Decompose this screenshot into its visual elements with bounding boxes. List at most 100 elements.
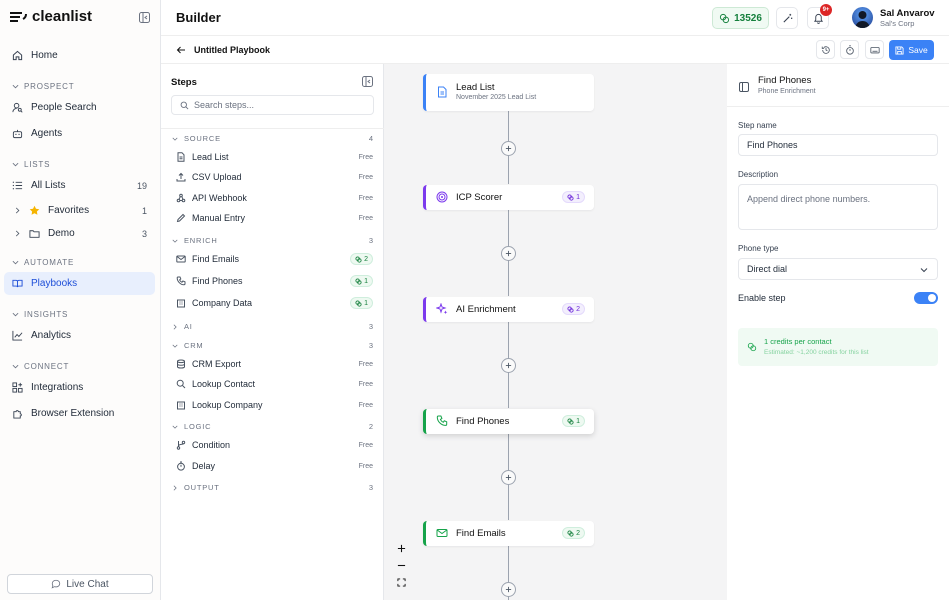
step-delay[interactable]: Delay Free (176, 457, 373, 475)
step-csv-upload-label: CSV Upload (192, 172, 242, 182)
home-icon (12, 50, 23, 61)
step-crm-export[interactable]: CRM Export Free (176, 355, 373, 373)
save-icon (895, 45, 904, 55)
category-source-label: SOURCE (184, 134, 221, 143)
step-csv-upload[interactable]: CSV Upload Free (176, 168, 373, 186)
search-steps-field[interactable]: Search steps... (171, 95, 374, 115)
playbook-canvas[interactable]: Lead List November 2025 Lead List ICP Sc… (384, 64, 727, 600)
credit-pill-value: 2 (364, 255, 368, 263)
step-company-data[interactable]: Company Data 1 (176, 294, 373, 312)
nav-all-lists[interactable]: All Lists 19 (4, 174, 155, 197)
node-ai-enrichment[interactable]: AI Enrichment 2 (423, 297, 594, 322)
category-logic[interactable]: LOGIC 2 (172, 422, 373, 431)
coins-icon (355, 255, 362, 263)
nav-agents[interactable]: Agents (4, 122, 155, 145)
section-lists[interactable]: LISTS (12, 160, 50, 169)
category-source[interactable]: SOURCE 4 (172, 134, 373, 143)
nav-favorites[interactable]: Favorites 1 (4, 199, 155, 222)
phone-type-select[interactable]: Direct dial (738, 258, 938, 280)
nav-home-label: Home (31, 50, 58, 61)
step-find-phones[interactable]: Find Phones 1 (176, 272, 373, 290)
section-prospect[interactable]: PROSPECT (12, 82, 74, 91)
sidebar-collapse-icon[interactable] (139, 12, 150, 23)
plus-icon (505, 362, 512, 369)
chart-line-icon (12, 330, 23, 341)
sparkles-icon (436, 303, 448, 315)
playbook-name[interactable]: Untitled Playbook (194, 45, 270, 55)
step-condition[interactable]: Condition Free (176, 436, 373, 454)
live-chat-button[interactable]: Live Chat (7, 574, 153, 594)
folder-icon (29, 230, 40, 238)
step-lead-list[interactable]: Lead List Free (176, 148, 373, 166)
keyboard-button[interactable] (865, 40, 884, 59)
panel-collapse-icon[interactable] (362, 76, 373, 87)
grid-plus-icon (12, 382, 23, 393)
avatar[interactable] (852, 7, 873, 28)
node-find-phones[interactable]: Find Phones 1 (423, 409, 594, 434)
node-lead-list[interactable]: Lead List November 2025 Lead List (423, 74, 594, 111)
save-button[interactable]: Save (889, 40, 934, 60)
fit-view-button[interactable] (394, 575, 408, 589)
nav-home[interactable]: Home (4, 44, 155, 67)
nav-playbooks-label: Playbooks (31, 278, 78, 289)
arrow-left-icon[interactable] (176, 45, 186, 55)
nav-demo-label: Demo (48, 228, 75, 239)
timer-button[interactable] (840, 40, 859, 59)
chevron-right-icon[interactable] (14, 230, 21, 237)
free-tag: Free (358, 441, 373, 449)
step-find-emails[interactable]: Find Emails 2 (176, 250, 373, 268)
coins-icon (567, 529, 574, 537)
category-crm-count: 3 (368, 341, 373, 350)
nav-browser-extension[interactable]: Browser Extension (4, 402, 155, 425)
category-source-count: 4 (368, 134, 373, 143)
zoom-in-button[interactable] (394, 541, 408, 555)
step-manual-entry[interactable]: Manual Entry Free (176, 209, 373, 227)
history-button[interactable] (816, 40, 835, 59)
nav-playbooks[interactable]: Playbooks (4, 272, 155, 295)
node-find-emails[interactable]: Find Emails 2 (423, 521, 594, 546)
nav-integrations[interactable]: Integrations (4, 376, 155, 399)
add-step-button[interactable] (501, 470, 516, 485)
steps-title: Steps (171, 77, 197, 88)
mail-icon (436, 529, 448, 537)
section-automate[interactable]: AUTOMATE (12, 258, 74, 267)
zoom-out-button[interactable] (394, 558, 408, 572)
book-open-icon (12, 279, 23, 288)
step-api-webhook[interactable]: API Webhook Free (176, 189, 373, 207)
save-label: Save (908, 45, 928, 55)
chevron-down-icon (172, 425, 178, 429)
credit-pill-value: 1 (364, 277, 368, 285)
node-title: Find Emails (456, 528, 506, 539)
section-connect-label: CONNECT (24, 362, 70, 371)
enable-step-toggle[interactable] (914, 292, 938, 304)
category-ai-label: AI (184, 322, 193, 331)
add-step-button[interactable] (501, 582, 516, 597)
section-insights[interactable]: INSIGHTS (12, 310, 68, 319)
chevron-right-icon[interactable] (14, 207, 21, 214)
magic-wand-button[interactable] (776, 7, 798, 29)
nav-demo[interactable]: Demo 3 (4, 222, 155, 245)
step-name-input[interactable]: Find Phones (738, 134, 938, 156)
logo-text: cleanlist (32, 8, 93, 25)
node-icp-scorer[interactable]: ICP Scorer 1 (423, 185, 594, 210)
credits-info-box: 1 credits per contact Estimated: ~1,200 … (738, 328, 938, 366)
section-connect[interactable]: CONNECT (12, 362, 69, 371)
step-lookup-contact[interactable]: Lookup Contact Free (176, 375, 373, 393)
panel-icon[interactable] (739, 82, 749, 92)
category-enrich[interactable]: ENRICH 3 (172, 236, 373, 245)
nav-people-search[interactable]: People Search (4, 96, 155, 119)
add-step-button[interactable] (501, 358, 516, 373)
credits-balance[interactable]: 13526 (712, 7, 769, 29)
nav-analytics[interactable]: Analytics (4, 324, 155, 347)
logo[interactable]: cleanlist (9, 8, 92, 25)
add-step-button[interactable] (501, 246, 516, 261)
description-textarea[interactable]: Append direct phone numbers. (738, 184, 938, 230)
step-lookup-company[interactable]: Lookup Company Free (176, 396, 373, 414)
category-output[interactable]: OUTPUT 3 (172, 483, 373, 492)
add-step-button[interactable] (501, 141, 516, 156)
credit-pill: 1 (562, 191, 585, 203)
category-crm[interactable]: CRM 3 (172, 341, 373, 350)
category-ai[interactable]: AI 3 (172, 322, 373, 331)
user-avatar-icon (855, 11, 870, 28)
category-enrich-label: ENRICH (184, 236, 218, 245)
